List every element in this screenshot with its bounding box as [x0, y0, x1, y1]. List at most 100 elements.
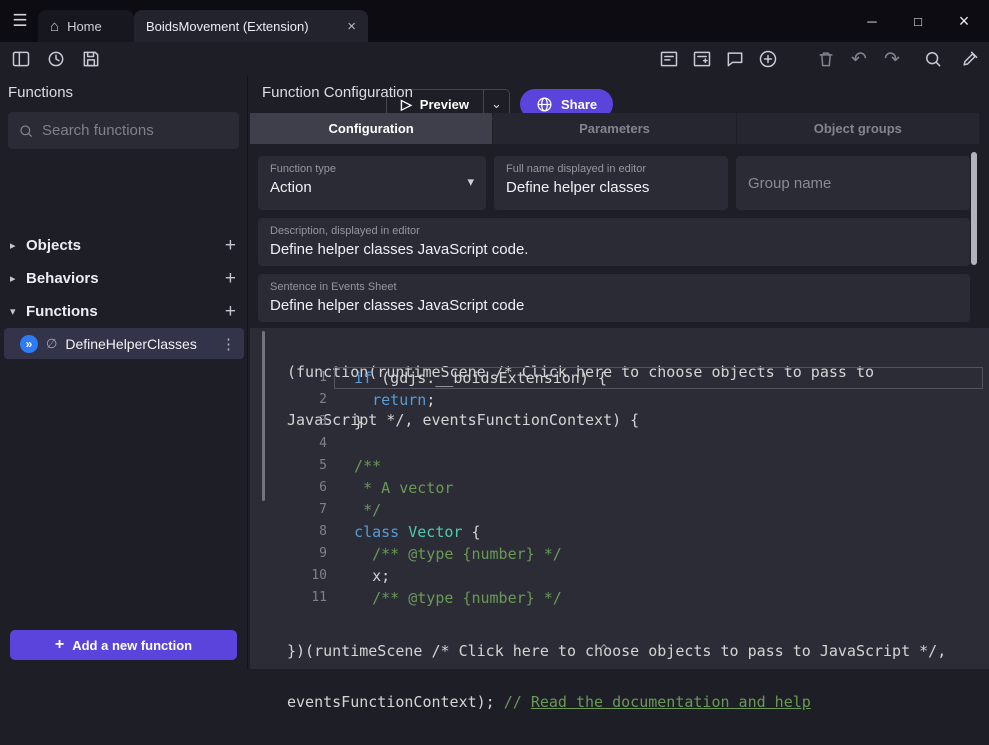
tab-extension[interactable]: BoidsMovement (Extension) × — [134, 10, 368, 42]
code-line[interactable]: 6 * A vector — [250, 477, 989, 499]
add-new-function-button[interactable]: + Add a new function — [10, 630, 237, 660]
window-maximize-button[interactable]: □ — [895, 0, 941, 42]
code-text: if (gdjs.__boidsExtension) { — [336, 367, 989, 389]
chevron-down-icon: ⌄ — [491, 96, 502, 112]
toolbar-right-icons: ↶ ↷ — [658, 42, 981, 76]
add-circle-icon[interactable] — [757, 48, 779, 70]
editor-footer-line: eventsFunctionContext); // Read the docu… — [287, 694, 946, 711]
javascript-function-icon: » — [20, 335, 38, 353]
home-icon: ⌂ — [50, 18, 59, 35]
add-new-function-label: Add a new function — [72, 638, 192, 653]
function-item-selected[interactable]: » ∅ DefineHelperClasses ⋮ — [4, 328, 244, 359]
line-number: 4 — [250, 433, 327, 455]
sidebar-title: Functions — [8, 84, 73, 101]
tab-parameters[interactable]: Parameters — [493, 113, 735, 144]
function-type-label: Function type — [270, 163, 474, 175]
layout-panels-icon[interactable] — [10, 48, 32, 70]
tab-object-groups[interactable]: Object groups — [737, 113, 979, 144]
save-icon[interactable] — [80, 48, 102, 70]
add-behavior-icon[interactable]: + — [225, 268, 236, 290]
line-number: 11 — [250, 587, 327, 609]
add-function-icon[interactable]: + — [225, 301, 236, 323]
chevron-down-icon[interactable]: ▾ — [10, 305, 26, 318]
hamburger-menu-icon[interactable]: ☰ — [0, 0, 40, 42]
code-line[interactable]: 2 return; — [250, 389, 989, 411]
chevron-down-icon[interactable]: ▾ — [467, 174, 474, 190]
titlebar: ☰ ⌂ Home BoidsMovement (Extension) × ─ □… — [0, 0, 989, 42]
full-name-field[interactable]: Full name displayed in editor Define hel… — [494, 156, 728, 210]
comment-icon[interactable] — [724, 48, 746, 70]
code-text: class Vector { — [336, 521, 989, 543]
history-clock-icon[interactable] — [45, 48, 67, 70]
panel-vertical-scrollbar[interactable] — [971, 152, 977, 265]
full-name-label: Full name displayed in editor — [506, 163, 716, 175]
code-line[interactable]: 1 if (gdjs.__boidsExtension) { — [250, 367, 989, 389]
code-text: * A vector — [336, 477, 989, 499]
search-icon[interactable] — [922, 48, 944, 70]
code-line[interactable]: 7 */ — [250, 499, 989, 521]
add-object-icon[interactable]: + — [225, 235, 236, 257]
line-number: 10 — [250, 565, 327, 587]
code-line[interactable]: 5 /** — [250, 455, 989, 477]
events-sheet-add-icon[interactable] — [691, 48, 713, 70]
code-line[interactable]: 10 x; — [250, 565, 989, 587]
sentence-field[interactable]: Sentence in Events Sheet Define helper c… — [258, 274, 970, 322]
tab-home-label: Home — [67, 19, 102, 34]
tree-label-behaviors: Behaviors — [26, 270, 99, 287]
sentence-value: Define helper classes JavaScript code — [270, 297, 958, 314]
chevron-right-icon[interactable]: ▸ — [10, 272, 26, 285]
undo-icon[interactable]: ↶ — [848, 48, 870, 70]
editor-footer-wrapper[interactable]: })(runtimeScene /* Click here to choose … — [287, 609, 946, 745]
documentation-link[interactable]: Read the documentation and help — [531, 693, 811, 711]
tree-label-functions: Functions — [26, 303, 98, 320]
share-label: Share — [561, 97, 597, 112]
tab-extension-label: BoidsMovement (Extension) — [146, 19, 309, 34]
code-line[interactable]: 9 /** @type {number} */ — [250, 543, 989, 565]
line-number: 6 — [250, 477, 327, 499]
tab-home[interactable]: ⌂ Home — [38, 10, 134, 42]
window-minimize-button[interactable]: ─ — [849, 0, 895, 42]
theme-brush-icon[interactable] — [959, 48, 981, 70]
code-line[interactable]: 11 /** @type {number} */ — [250, 587, 989, 609]
code-line[interactable]: 3 } — [250, 411, 989, 433]
code-text: return; — [336, 389, 989, 411]
sidebar-item-functions[interactable]: ▾ Functions + — [0, 295, 248, 328]
group-name-field[interactable]: Group name — [736, 156, 970, 210]
tab-configuration[interactable]: Configuration — [250, 113, 492, 144]
code-text: /** — [336, 455, 989, 477]
trash-icon[interactable] — [815, 48, 837, 70]
code-line[interactable]: 8 class Vector { — [250, 521, 989, 543]
full-name-value: Define helper classes — [506, 179, 716, 196]
code-lines: 1 if (gdjs.__boidsExtension) {2 return;3… — [250, 367, 989, 609]
redo-icon[interactable]: ↷ — [881, 48, 903, 70]
code-line[interactable]: 4 — [250, 433, 989, 455]
function-type-select[interactable]: Function type Action ▾ — [258, 156, 486, 210]
javascript-code-editor[interactable]: (function(runtimeScene /* Click here to … — [250, 328, 989, 669]
group-name-placeholder: Group name — [748, 175, 831, 192]
private-function-icon: ∅ — [46, 336, 57, 352]
toolbar: ▷ Preview ⌄ Share ↶ ↷ — [0, 42, 989, 76]
code-text: /** @type {number} */ — [336, 543, 989, 565]
functions-sidebar: Functions ▸ Objects + ▸ Behaviors + ▾ Fu… — [0, 76, 248, 669]
code-text — [336, 433, 989, 455]
globe-icon — [536, 96, 553, 113]
sidebar-item-behaviors[interactable]: ▸ Behaviors + — [0, 262, 248, 295]
code-text: */ — [336, 499, 989, 521]
preview-label: Preview — [420, 97, 469, 112]
window-close-button[interactable]: × — [941, 0, 987, 42]
sentence-label: Sentence in Events Sheet — [270, 281, 958, 293]
search-functions-input[interactable] — [42, 122, 241, 139]
close-tab-icon[interactable]: × — [347, 18, 356, 35]
configuration-tabs: Configuration Parameters Object groups — [250, 113, 979, 144]
line-number: 7 — [250, 499, 327, 521]
chevron-right-icon[interactable]: ▸ — [10, 239, 26, 252]
description-field[interactable]: Description, displayed in editor Define … — [258, 218, 970, 266]
kebab-menu-icon[interactable]: ⋮ — [221, 335, 236, 353]
tree-label-objects: Objects — [26, 237, 81, 254]
line-number: 9 — [250, 543, 327, 565]
search-functions-box — [8, 112, 239, 149]
sidebar-item-objects[interactable]: ▸ Objects + — [0, 229, 248, 262]
line-number: 5 — [250, 455, 327, 477]
events-sheet-icon[interactable] — [658, 48, 680, 70]
description-value: Define helper classes JavaScript code. — [270, 241, 958, 258]
